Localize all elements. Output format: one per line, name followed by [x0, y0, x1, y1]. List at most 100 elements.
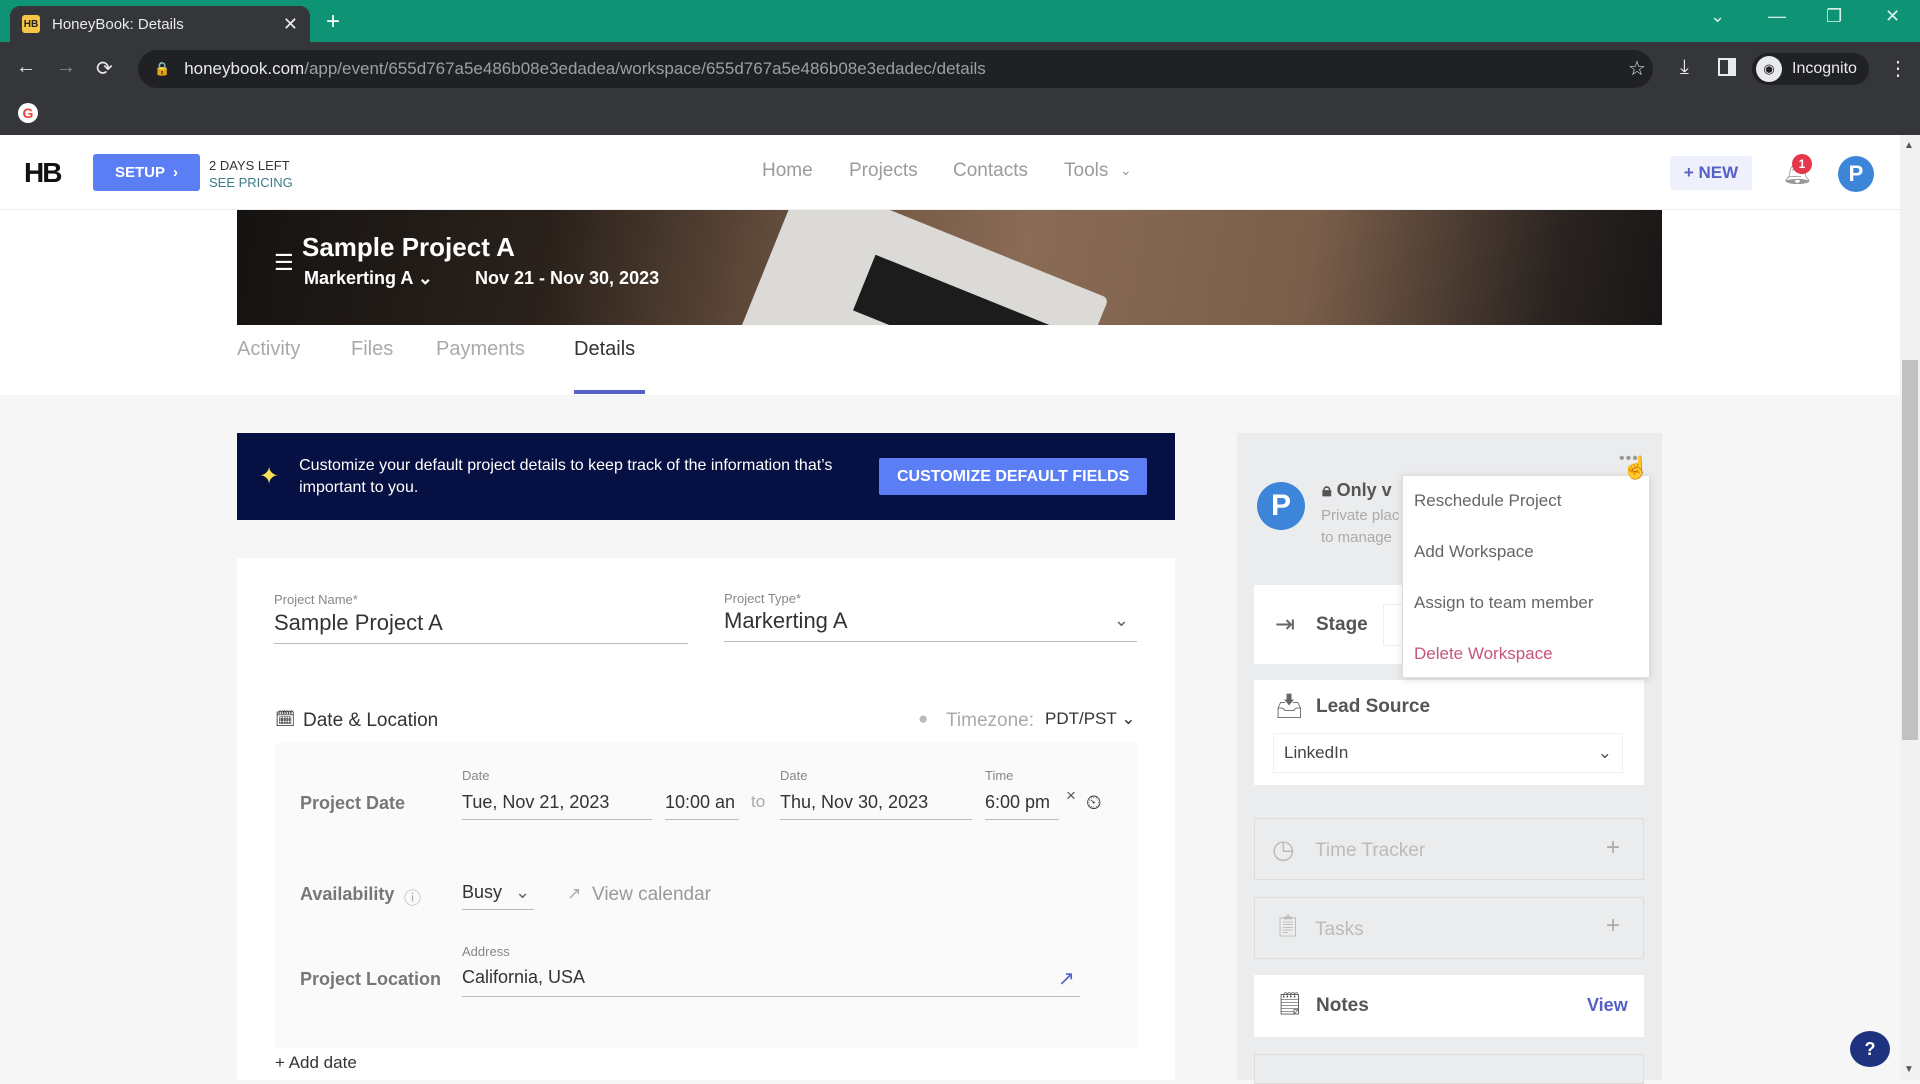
- chevron-down-icon: ⌄: [1113, 610, 1129, 630]
- clear-date-icon[interactable]: ×: [1066, 786, 1076, 806]
- project-type-select[interactable]: Markerting A ⌄: [724, 608, 1137, 642]
- tab-details[interactable]: Details: [574, 338, 635, 361]
- availability-select[interactable]: Busy ⌄: [462, 882, 534, 910]
- notification-badge: 1: [1792, 154, 1812, 174]
- hamburger-menu-icon[interactable]: ☰: [274, 250, 294, 276]
- time-tracker-card[interactable]: [1254, 818, 1644, 880]
- lead-source-value: LinkedIn: [1284, 743, 1349, 762]
- minimize-icon[interactable]: —: [1768, 6, 1786, 27]
- back-icon[interactable]: ←: [16, 56, 36, 79]
- start-date-input[interactable]: Tue, Nov 21, 2023: [462, 792, 652, 820]
- nav-projects[interactable]: Projects: [849, 160, 918, 182]
- new-button[interactable]: + NEW: [1670, 156, 1752, 190]
- setup-button[interactable]: SETUP ›: [93, 154, 200, 191]
- menu-item-reschedule-project[interactable]: Reschedule Project: [1414, 491, 1561, 511]
- tasks-card[interactable]: [1254, 897, 1644, 959]
- project-name-label: Project Name*: [274, 592, 358, 607]
- clipboard-icon: 📋︎: [1274, 913, 1302, 938]
- customize-fields-banner: ✦ Customize your default project details…: [237, 433, 1175, 520]
- hand-cursor-icon: ☝: [1622, 455, 1650, 480]
- cover-image-clip: [237, 210, 1662, 325]
- menu-item-delete-workspace[interactable]: Delete Workspace: [1414, 644, 1553, 664]
- info-icon[interactable]: ⓘ: [404, 884, 421, 909]
- lock-icon: 🔒︎: [1322, 480, 1332, 500]
- time-tracker-label: Time Tracker: [1315, 840, 1426, 861]
- user-avatar[interactable]: P: [1838, 156, 1874, 192]
- help-button[interactable]: ?: [1850, 1031, 1890, 1067]
- timezone-label: Timezone:: [946, 710, 1034, 731]
- project-title: Sample Project A: [302, 232, 515, 262]
- chevron-down-icon: ⌄: [1121, 709, 1136, 728]
- add-time-icon[interactable]: +: [1606, 834, 1620, 862]
- timezone-select[interactable]: PDT/PST ⌄: [1045, 709, 1135, 729]
- tab-payments[interactable]: Payments: [436, 338, 525, 361]
- download-icon[interactable]: ⤓: [1680, 56, 1689, 79]
- incognito-label: Incognito: [1792, 60, 1857, 77]
- project-date-label: Project Date: [300, 793, 406, 813]
- scrollbar-thumb[interactable]: [1902, 360, 1918, 740]
- menu-item-add-workspace[interactable]: Add Workspace: [1414, 542, 1534, 562]
- visibility-title-text: Only v: [1336, 480, 1392, 500]
- open-map-icon[interactable]: ↗: [1058, 966, 1075, 991]
- availability-value: Busy: [462, 882, 503, 902]
- side-panel-icon[interactable]: [1718, 58, 1736, 76]
- notes-icon: 🗒︎: [1276, 991, 1304, 1016]
- tab-files[interactable]: Files: [351, 338, 393, 361]
- external-link-icon: ↗: [567, 884, 582, 903]
- add-date-button[interactable]: + Add date: [275, 1053, 357, 1073]
- trial-days-left: 2 DAYS LEFT: [209, 158, 290, 173]
- see-pricing-link[interactable]: SEE PRICING: [209, 174, 293, 191]
- lead-source-select[interactable]: LinkedIn ⌄: [1273, 733, 1623, 773]
- scroll-up-arrow-icon[interactable]: ▲: [1904, 140, 1914, 151]
- tab-search-icon[interactable]: ⌄: [1710, 6, 1725, 27]
- new-tab-button[interactable]: +: [326, 8, 340, 36]
- chevron-down-icon: ⌄: [1597, 743, 1612, 762]
- forward-icon[interactable]: →: [56, 56, 76, 79]
- workspace-avatar: P: [1257, 482, 1305, 530]
- incognito-profile-button[interactable]: ◉ Incognito: [1752, 53, 1869, 85]
- visibility-desc-line2: to manage: [1321, 529, 1392, 546]
- chevron-down-icon: ⌄: [1120, 162, 1132, 178]
- chevron-down-icon: ⌄: [515, 882, 531, 902]
- reschedule-calendar-icon[interactable]: ⏲: [1086, 792, 1102, 815]
- end-time-input[interactable]: 6:00 pm: [985, 792, 1059, 820]
- add-task-icon[interactable]: +: [1606, 912, 1620, 940]
- scroll-down-arrow-icon[interactable]: ▼: [1904, 1064, 1914, 1075]
- close-tab-icon[interactable]: ✕: [283, 14, 298, 35]
- close-window-icon[interactable]: ✕: [1885, 6, 1900, 27]
- globe-icon: ●: [918, 709, 929, 728]
- nav-tools[interactable]: Tools: [1064, 160, 1108, 182]
- address-bar[interactable]: 🔒 honeybook.com /app/event/655d767a5e486…: [138, 50, 1653, 88]
- view-calendar-link[interactable]: View calendar: [592, 884, 711, 906]
- date-location-heading: Date & Location: [303, 710, 439, 731]
- address-input[interactable]: California, USA: [462, 967, 1080, 997]
- customize-default-fields-button[interactable]: CUSTOMIZE DEFAULT FIELDS: [879, 458, 1148, 495]
- notes-view-link[interactable]: View: [1587, 995, 1628, 1016]
- nav-home[interactable]: Home: [762, 160, 813, 182]
- timezone-value: PDT/PST: [1045, 709, 1117, 728]
- project-type-label: Project Type*: [724, 591, 802, 606]
- browser-menu-icon[interactable]: ⋮: [1888, 56, 1908, 81]
- banner-text: Customize your default project details t…: [299, 456, 833, 496]
- start-date-label: Date: [462, 768, 490, 783]
- project-type-selector[interactable]: Markerting A ⌄: [304, 268, 433, 289]
- calendar-icon: 🗓︎: [275, 711, 296, 728]
- project-name-input[interactable]: Sample Project A: [274, 610, 688, 644]
- start-time-input[interactable]: 10:00 an: [665, 792, 739, 820]
- notes-label: Notes: [1316, 995, 1369, 1016]
- clock-icon: ◷: [1272, 834, 1295, 864]
- end-date-input[interactable]: Thu, Nov 30, 2023: [780, 792, 972, 820]
- nav-contacts[interactable]: Contacts: [953, 160, 1028, 182]
- honeybook-logo[interactable]: HB: [24, 157, 62, 189]
- end-time-label: Time: [985, 768, 1014, 783]
- tasks-label: Tasks: [1315, 919, 1364, 940]
- bookmark-star-icon[interactable]: ☆: [1628, 56, 1646, 81]
- reload-icon[interactable]: ⟳: [96, 56, 113, 81]
- end-date-label: Date: [780, 768, 808, 783]
- menu-item-assign-team-member[interactable]: Assign to team member: [1414, 593, 1594, 613]
- tab-activity[interactable]: Activity: [237, 338, 300, 361]
- restore-icon[interactable]: ❐: [1826, 6, 1842, 27]
- browser-tab[interactable]: HB HoneyBook: Details ✕: [10, 6, 310, 42]
- address-label: Address: [462, 944, 510, 959]
- google-bookmark-icon[interactable]: G: [18, 103, 38, 123]
